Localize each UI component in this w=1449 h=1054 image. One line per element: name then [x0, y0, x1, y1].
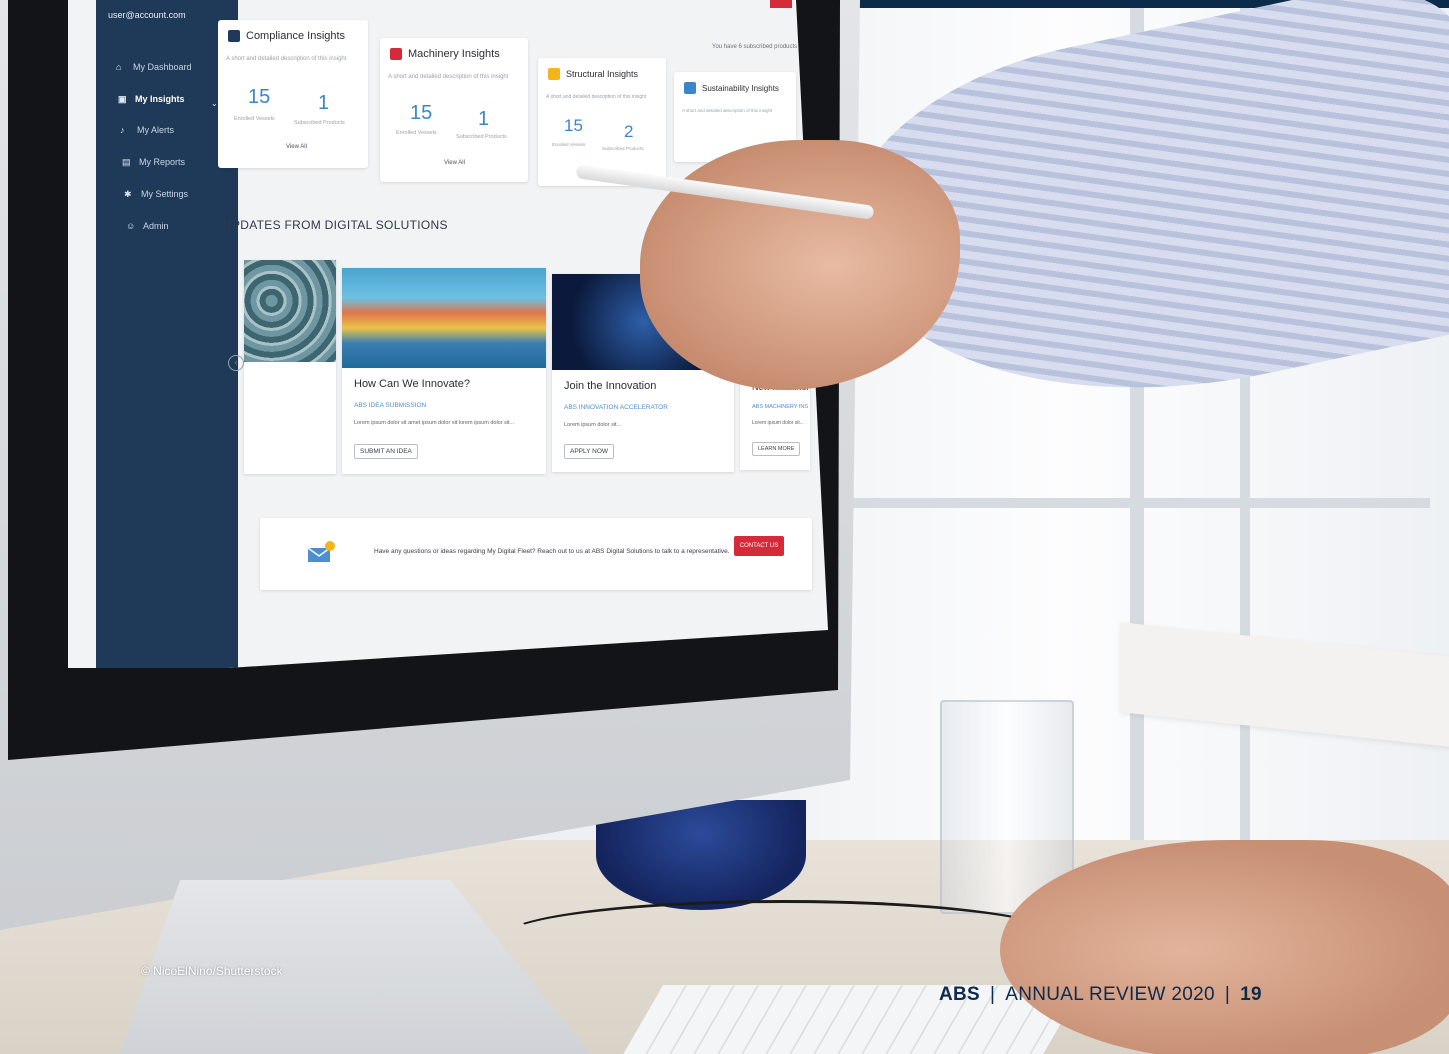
- contact-text: Have any questions or ideas regarding My…: [374, 548, 730, 555]
- insight-card-machinery[interactable]: Machinery Insights A short and detailed …: [380, 38, 528, 182]
- gear-icon: ✱: [124, 188, 132, 199]
- section-title: UPDATES FROM DIGITAL SOLUTIONS: [223, 218, 448, 232]
- subscribed-products-label: Subscribed Products: [602, 146, 644, 151]
- update-card-partial[interactable]: [244, 260, 336, 474]
- machinery-icon: [390, 48, 402, 60]
- card-title-text: Machinery Insights: [408, 48, 500, 60]
- chart-icon: [228, 30, 240, 42]
- page-number: 19: [1240, 984, 1262, 1005]
- sidebar-item-insights[interactable]: ▣ My Insights: [118, 94, 185, 104]
- learn-more-button[interactable]: LEARN MORE: [752, 442, 801, 456]
- submit-idea-button[interactable]: SUBMIT AN IDEA: [354, 444, 418, 459]
- sidebar-item-label: My Insights: [135, 94, 185, 104]
- bell-icon: ♪: [120, 124, 125, 135]
- home-icon: ⌂: [116, 61, 122, 72]
- enrolled-vessels-label: Enrolled Vessels: [396, 130, 437, 136]
- report-icon: ▤: [122, 156, 131, 167]
- subscribed-note: You have 6 subscribed products: [712, 44, 798, 50]
- update-title: How Can We Innovate?: [354, 378, 470, 390]
- sidebar-item-dashboard[interactable]: ⌂ My Dashboard: [116, 62, 192, 72]
- sustainability-icon: [684, 82, 696, 94]
- sidebar-item-label: My Alerts: [137, 125, 175, 135]
- card-title-text: Structural Insights: [566, 69, 639, 79]
- card-description: A short and detailed description of this…: [226, 56, 347, 62]
- footer-separator: |: [990, 984, 996, 1005]
- subscribed-products-value: 2: [624, 122, 634, 141]
- admin-icon: ☺: [126, 220, 136, 231]
- subscribed-products-label: Subscribed Products: [456, 134, 507, 140]
- insights-icon: ▣: [118, 93, 127, 104]
- chevron-down-icon[interactable]: ⌄: [211, 99, 218, 108]
- update-subtitle: ABS INNOVATION ACCELERATOR: [564, 404, 668, 411]
- card-title: Structural Insights: [548, 68, 638, 80]
- update-card-innovate[interactable]: How Can We Innovate? ABS IDEA SUBMISSION…: [342, 268, 546, 474]
- update-body: Lorem ipsum dolor sit...: [564, 422, 622, 428]
- enrolled-vessels-value: 15: [248, 86, 271, 108]
- mail-icon: [307, 541, 335, 562]
- monitor-bezel: user@account.com ⌂ My Dashboard ▣ My Ins…: [8, 0, 840, 760]
- update-subtitle: ABS IDEA SUBMISSION: [354, 402, 427, 409]
- insight-card-compliance[interactable]: Compliance Insights A short and detailed…: [218, 20, 368, 168]
- apply-now-button[interactable]: APPLY NOW: [564, 444, 615, 459]
- cable: [500, 900, 1066, 976]
- card-title-text: Sustainability Insights: [702, 83, 779, 93]
- header-red-tab: [770, 0, 792, 8]
- card-title: Machinery Insights: [390, 48, 500, 60]
- update-title: Join the Innovation: [564, 380, 657, 392]
- contact-banner: Have any questions or ideas regarding My…: [260, 518, 812, 590]
- subscribed-products-value: 1: [478, 108, 490, 130]
- enrolled-vessels-label: Enrolled Vessels: [552, 142, 586, 147]
- card-title-text: Compliance Insights: [246, 30, 346, 42]
- page-footer: ABS | ANNUAL REVIEW 2020 | 19: [939, 984, 1262, 1006]
- card-title: Compliance Insights: [228, 30, 345, 42]
- update-subtitle: ABS MACHINERY INS: [752, 404, 809, 410]
- enrolled-vessels-value: 15: [410, 102, 433, 124]
- sidebar-item-label: Admin: [143, 221, 169, 231]
- footer-brand: ABS: [939, 984, 981, 1005]
- ocean-image: [244, 260, 336, 362]
- update-body: Lorem ipsum dolor sit...: [752, 420, 804, 426]
- sidebar-item-alerts[interactable]: ♪ My Alerts: [120, 125, 174, 135]
- subscribed-products-label: Subscribed Products: [294, 120, 345, 126]
- subscribed-products-value: 1: [318, 92, 330, 114]
- sidebar-item-settings[interactable]: ✱ My Settings: [124, 189, 188, 199]
- card-description: A short and detailed description of this…: [546, 94, 647, 100]
- footer-separator-2: |: [1224, 984, 1231, 1005]
- photo-scene: user@account.com ⌂ My Dashboard ▣ My Ins…: [0, 0, 1449, 1054]
- enrolled-vessels-label: Enrolled Vessels: [234, 116, 275, 122]
- sidebar-item-admin[interactable]: ☺ Admin: [126, 221, 169, 231]
- view-all-link[interactable]: View All: [286, 144, 307, 150]
- structure-icon: [548, 68, 560, 80]
- hand-on-mouse: [1000, 840, 1449, 1054]
- sidebar-item-label: My Dashboard: [133, 62, 192, 72]
- update-body: Lorem ipsum dolor sit amet ipsum dolor s…: [354, 420, 515, 426]
- user-email: user@account.com: [108, 10, 186, 20]
- card-description: A short and detailed description of this…: [388, 74, 509, 80]
- photo-credit: © NicoElNino/Shutterstock: [141, 964, 283, 978]
- container-ship-image: [342, 268, 546, 368]
- sidebar-item-label: My Settings: [141, 189, 189, 199]
- card-title: Sustainability Insights: [684, 82, 779, 94]
- view-all-link[interactable]: View All: [444, 160, 465, 166]
- sidebar: user@account.com ⌂ My Dashboard ▣ My Ins…: [96, 0, 238, 668]
- carousel-prev-icon[interactable]: ‹: [228, 355, 244, 371]
- card-description: A short and detailed description of this…: [682, 108, 773, 113]
- sidebar-item-reports[interactable]: ▤ My Reports: [122, 157, 185, 167]
- footer-publication: ANNUAL REVIEW 2020: [1005, 984, 1215, 1005]
- window-rail: [830, 498, 1430, 508]
- enrolled-vessels-value: 15: [564, 116, 583, 135]
- sidebar-item-label: My Reports: [139, 157, 186, 167]
- contact-us-button[interactable]: CONTACT US: [734, 536, 784, 556]
